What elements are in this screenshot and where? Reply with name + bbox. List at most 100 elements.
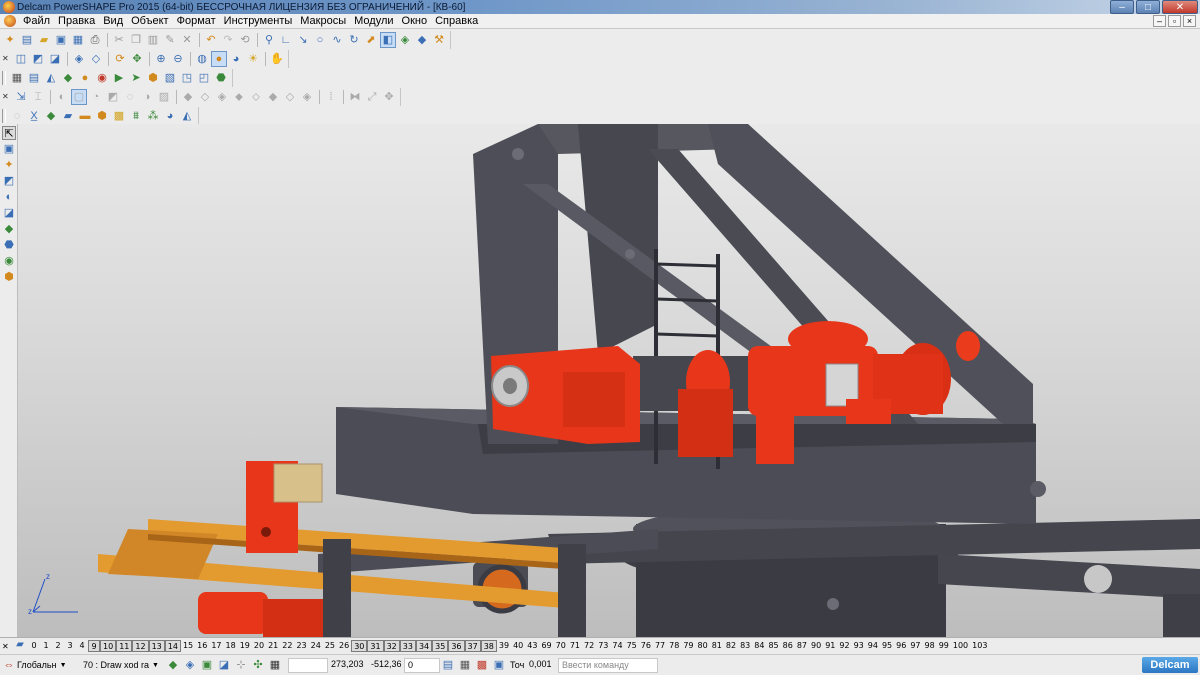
level-button[interactable]: 25 — [323, 640, 337, 652]
level-button[interactable]: 35 — [432, 640, 449, 652]
transform-icon[interactable]: ⬈ — [363, 32, 379, 48]
level-button[interactable]: 99 — [937, 640, 951, 652]
level-button[interactable]: 20 — [252, 640, 266, 652]
level-button[interactable]: 12 — [132, 640, 149, 652]
fillet-icon[interactable]: ◔ — [88, 89, 104, 105]
level-button[interactable]: 15 — [181, 640, 195, 652]
view-top-icon[interactable]: ◩ — [30, 51, 46, 67]
grid-snap-icon[interactable]: ▣ — [199, 657, 215, 673]
level-button[interactable]: 80 — [696, 640, 710, 652]
level-button[interactable]: 3 — [64, 640, 76, 652]
dimension-mode-icon[interactable]: ▩ — [474, 657, 490, 673]
level-button[interactable]: 86 — [781, 640, 795, 652]
save-as-icon[interactable]: ▦ — [70, 32, 86, 48]
curve-icon[interactable]: ∿ — [329, 32, 345, 48]
snap-mode-icon[interactable]: ◆ — [165, 657, 181, 673]
feature-8-icon[interactable]: ◈ — [299, 89, 315, 105]
workplane-toggle-icon[interactable]: ⊹ — [233, 657, 249, 673]
select-assembly-icon[interactable]: ⬢ — [94, 108, 110, 124]
smart-cursor-icon[interactable]: ✣ — [250, 657, 266, 673]
select-group-icon[interactable]: ▩ — [111, 108, 127, 124]
select-arcs-icon[interactable]: ⩩ — [128, 108, 144, 124]
circle-icon[interactable]: ○ — [312, 32, 328, 48]
menu-help[interactable]: Справка — [431, 15, 482, 27]
level-button[interactable]: 82 — [724, 640, 738, 652]
z-coordinate[interactable]: 0 — [404, 657, 440, 673]
select-x-icon[interactable]: X̲ — [26, 108, 42, 124]
level-button[interactable]: 23 — [294, 640, 308, 652]
level-button[interactable]: 14 — [164, 640, 181, 652]
cut-feature-icon[interactable]: ▨ — [156, 89, 172, 105]
electrode-icon[interactable]: ⬣ — [213, 70, 229, 86]
absolute-coords-icon[interactable]: ▤ — [440, 657, 456, 673]
tolerance-field[interactable]: 0,001 — [526, 658, 556, 673]
document-icon[interactable] — [4, 15, 16, 27]
format-painter-icon[interactable]: ✎ — [162, 32, 178, 48]
level-button[interactable]: 10 — [100, 640, 117, 652]
level-button[interactable]: 81 — [710, 640, 724, 652]
levelbar-close-icon[interactable]: ✕ — [2, 642, 12, 651]
save-icon[interactable]: ▣ — [53, 32, 69, 48]
select-triangles-icon[interactable]: ◭ — [179, 108, 195, 124]
menu-file[interactable]: Файл — [19, 15, 54, 27]
repeat-icon[interactable]: ⟲ — [237, 32, 253, 48]
polar-icon[interactable]: ▣ — [491, 657, 507, 673]
select-surfaces-icon[interactable]: ◆ — [43, 108, 59, 124]
view-side-icon[interactable]: ◪ — [47, 51, 63, 67]
select-tool-icon[interactable]: ⇲ — [13, 89, 29, 105]
level-button[interactable]: 40 — [511, 640, 525, 652]
level-button[interactable]: 34 — [415, 640, 433, 652]
level-button[interactable]: 38 — [480, 640, 497, 652]
level-button[interactable]: 93 — [852, 640, 866, 652]
feature-3-icon[interactable]: ◈ — [214, 89, 230, 105]
level-button[interactable]: 79 — [681, 640, 695, 652]
toolbar-close-icon[interactable]: ✕ — [2, 54, 10, 63]
shade-icon[interactable]: ● — [211, 50, 227, 67]
open-folder-icon[interactable]: ▰ — [36, 32, 52, 48]
menu-format[interactable]: Формат — [173, 15, 220, 27]
doc-minimize-button[interactable]: – — [1153, 15, 1166, 27]
level-button[interactable]: 36 — [448, 640, 465, 652]
line-icon[interactable]: ◩ — [2, 174, 16, 188]
level-button[interactable]: 37 — [464, 640, 481, 652]
level-button[interactable]: 22 — [280, 640, 294, 652]
doc-close-button[interactable]: × — [1183, 15, 1196, 27]
level-button[interactable]: 19 — [238, 640, 252, 652]
copy-icon[interactable]: ❐ — [128, 32, 144, 48]
measure-icon[interactable]: ⚲ — [261, 32, 277, 48]
minimize-button[interactable]: – — [1110, 0, 1134, 14]
menu-modules[interactable]: Модули — [350, 15, 397, 27]
view-iso1-icon[interactable]: ◈ — [71, 51, 87, 67]
feature-7-icon[interactable]: ◇ — [282, 89, 298, 105]
wizard-icon[interactable]: ✦ — [2, 32, 18, 48]
level-button[interactable]: 11 — [116, 640, 133, 652]
solid-icon[interactable]: ◆ — [60, 70, 76, 86]
move-icon[interactable]: ✥ — [381, 89, 397, 105]
boolean-icon[interactable]: ◑ — [139, 89, 155, 105]
new-file-icon[interactable]: ▤ — [19, 32, 35, 48]
menu-macros[interactable]: Макросы — [296, 15, 350, 27]
level-button[interactable]: 21 — [266, 640, 280, 652]
sphere-icon[interactable]: ● — [77, 70, 93, 86]
view-iso2-icon[interactable]: ◇ — [88, 51, 104, 67]
level-button[interactable]: 24 — [309, 640, 323, 652]
feature-5-icon[interactable]: ⬦ — [248, 89, 264, 105]
level-button[interactable]: 75 — [625, 640, 639, 652]
level-button[interactable]: 0 — [28, 640, 40, 652]
toolbar-grip[interactable] — [2, 70, 6, 85]
level-button[interactable]: 83 — [738, 640, 752, 652]
level-button[interactable]: 26 — [337, 640, 351, 652]
shell-icon[interactable]: ◌ — [122, 89, 138, 105]
level-button[interactable]: 90 — [809, 640, 823, 652]
level-button[interactable]: 100 — [951, 640, 970, 652]
command-input[interactable]: Ввести команду — [558, 657, 658, 673]
layers-icon[interactable]: ◈ — [397, 32, 413, 48]
document-icon-2[interactable]: ▤ — [26, 70, 42, 86]
quick-select-icon[interactable]: ◌ — [9, 108, 25, 124]
angle-icon[interactable]: ∟ — [278, 32, 294, 48]
dimension-icon[interactable]: ◉ — [2, 254, 16, 268]
level-button[interactable]: 98 — [923, 640, 937, 652]
level-button[interactable]: 71 — [568, 640, 582, 652]
hand-icon[interactable]: ✋ — [269, 51, 285, 67]
toolbar-grip[interactable] — [2, 108, 6, 123]
